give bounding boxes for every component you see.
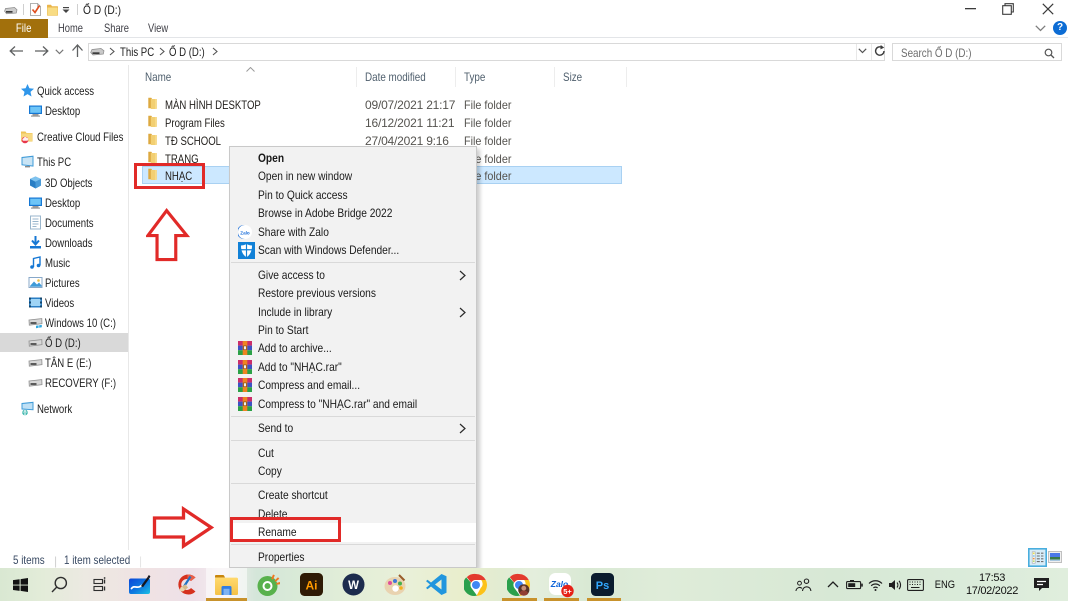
svg-text:W: W xyxy=(348,580,359,592)
svg-text:Ai: Ai xyxy=(305,579,317,593)
svg-text:Ps: Ps xyxy=(595,580,608,592)
svg-text:5+: 5+ xyxy=(563,586,572,595)
svg-text:Zalo: Zalo xyxy=(240,230,250,235)
